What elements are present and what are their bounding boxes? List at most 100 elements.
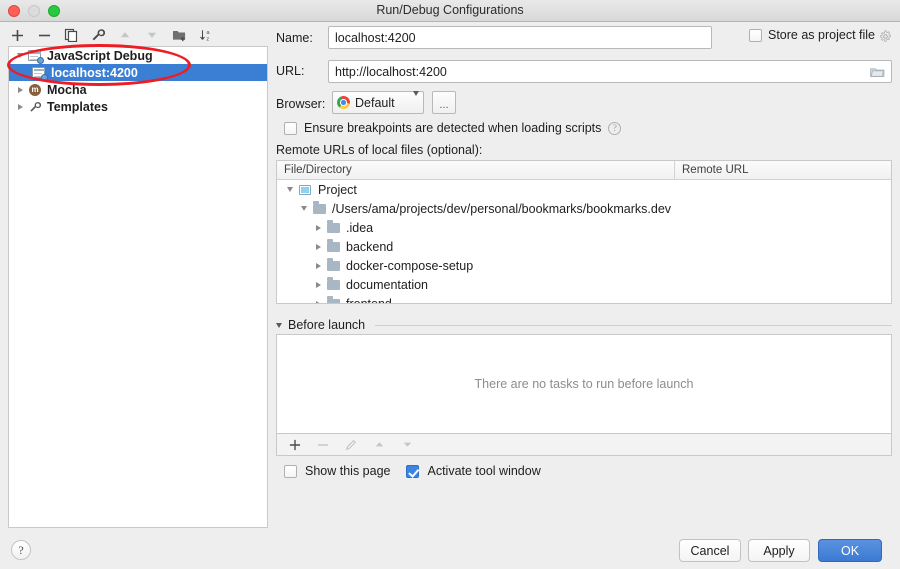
folder-icon (325, 296, 341, 303)
tree-item-label: Templates (47, 99, 108, 114)
run-configurations-tree[interactable]: JavaScript Debug localhost:4200 m Mocha … (8, 46, 268, 528)
store-as-project-file-label: Store as project file (768, 28, 875, 42)
create-folder-icon[interactable] (170, 26, 188, 44)
section-divider (375, 324, 892, 326)
wrench-icon[interactable] (89, 26, 107, 44)
before-launch-header[interactable]: Before launch (276, 318, 892, 332)
file-row-label: backend (346, 239, 394, 254)
file-row-label: frontend (346, 296, 392, 304)
activate-tool-window-label: Activate tool window (427, 464, 541, 478)
column-header-file-directory[interactable]: File/Directory (277, 161, 675, 179)
file-row-label: documentation (346, 277, 429, 292)
launch-options-row: Show this page Activate tool window (284, 464, 541, 478)
move-task-up-button (370, 436, 388, 454)
browse-folder-icon[interactable] (870, 66, 885, 78)
configurations-toolbar: a z (8, 25, 268, 45)
browser-label: Browser: (276, 97, 326, 111)
table-row[interactable]: frontend (277, 294, 891, 304)
twisty-right-icon[interactable] (311, 224, 325, 231)
gear-icon[interactable] (879, 30, 892, 46)
window-title: Run/Debug Configurations (376, 3, 524, 17)
table-row[interactable]: /Users/ama/projects/dev/personal/bookmar… (277, 199, 891, 218)
twisty-right-icon[interactable] (13, 103, 27, 110)
folder-icon (325, 220, 341, 233)
file-row-label: docker-compose-setup (346, 258, 474, 273)
before-launch-empty-message: There are no tasks to run before launch (474, 377, 694, 391)
table-row[interactable]: Project (277, 180, 891, 199)
collapse-twisty-icon[interactable] (276, 322, 282, 328)
folder-icon (325, 258, 341, 271)
add-button[interactable] (8, 26, 26, 44)
tree-item-label: localhost:4200 (51, 65, 138, 80)
twisty-right-icon[interactable] (311, 300, 325, 303)
store-as-project-file-checkbox[interactable] (749, 28, 762, 42)
show-this-page-checkbox[interactable] (284, 464, 297, 478)
tree-item-templates[interactable]: Templates (9, 98, 267, 115)
cancel-button[interactable]: Cancel (679, 539, 741, 562)
move-down-button (143, 26, 161, 44)
browser-selected-value: Default (355, 95, 395, 110)
column-header-remote-url[interactable]: Remote URL (675, 161, 891, 179)
mocha-icon: m (27, 83, 43, 96)
remote-urls-table[interactable]: File/Directory Remote URL Project /Users… (276, 160, 892, 304)
tree-item-label: JavaScript Debug (47, 48, 153, 63)
file-row-label: Project (318, 182, 357, 197)
sort-configurations-icon[interactable]: a z (197, 26, 215, 44)
twisty-down-icon[interactable] (283, 187, 297, 192)
ensure-breakpoints-row[interactable]: Ensure breakpoints are detected when loa… (284, 121, 622, 135)
browser-more-button[interactable]: ... (432, 91, 456, 114)
ensure-breakpoints-label: Ensure breakpoints are detected when loa… (304, 121, 602, 135)
name-label: Name: (276, 31, 313, 45)
store-as-project-file-row[interactable]: Store as project file (749, 28, 875, 42)
tree-item-mocha[interactable]: m Mocha (9, 81, 267, 98)
folder-icon (311, 201, 327, 214)
table-row[interactable]: backend (277, 237, 891, 256)
chevron-down-icon[interactable] (413, 90, 419, 110)
folder-icon (325, 277, 341, 290)
window-titlebar: Run/Debug Configurations (0, 0, 900, 22)
table-row[interactable]: docker-compose-setup (277, 256, 891, 275)
twisty-down-icon[interactable] (13, 53, 27, 58)
js-debug-icon (27, 49, 44, 64)
help-button[interactable]: ? (11, 540, 31, 560)
twisty-right-icon[interactable] (311, 243, 325, 250)
remote-urls-label: Remote URLs of local files (optional): (276, 143, 483, 157)
table-header: File/Directory Remote URL (277, 161, 891, 180)
ensure-breakpoints-checkbox[interactable] (284, 121, 297, 135)
table-row[interactable]: .idea (277, 218, 891, 237)
svg-text:z: z (206, 36, 209, 42)
help-icon[interactable]: ? (608, 121, 622, 135)
browser-select[interactable]: Default (332, 90, 424, 114)
ok-button[interactable]: OK (818, 539, 882, 562)
twisty-right-icon[interactable] (13, 86, 27, 93)
chrome-icon (337, 96, 350, 109)
folder-icon (325, 239, 341, 252)
apply-button[interactable]: Apply (748, 539, 810, 562)
svg-text:a: a (206, 30, 210, 36)
file-row-label: .idea (346, 220, 374, 235)
wrench-icon (27, 101, 43, 113)
tree-item-javascript-debug[interactable]: JavaScript Debug (9, 47, 267, 64)
copy-configuration-icon[interactable] (62, 26, 80, 44)
url-label: URL: (276, 64, 305, 78)
name-input[interactable]: localhost:4200 (328, 26, 712, 49)
twisty-right-icon[interactable] (311, 262, 325, 269)
remove-button[interactable] (35, 26, 53, 44)
move-up-button (116, 26, 134, 44)
table-row[interactable]: documentation (277, 275, 891, 294)
remove-task-button (314, 436, 332, 454)
before-launch-task-list[interactable]: There are no tasks to run before launch (276, 334, 892, 434)
url-input-row[interactable]: http://localhost:4200 (328, 60, 892, 83)
activate-tool-window-checkbox[interactable] (406, 464, 420, 478)
configuration-form: Name: localhost:4200 Store as project fi… (276, 24, 892, 524)
add-task-button[interactable] (286, 436, 304, 454)
twisty-right-icon[interactable] (311, 281, 325, 288)
url-input-value: http://localhost:4200 (335, 64, 447, 79)
before-launch-toolbar (276, 434, 892, 456)
before-launch-title: Before launch (288, 318, 366, 332)
tree-item-localhost-4200[interactable]: localhost:4200 (9, 64, 267, 81)
show-this-page-label: Show this page (305, 464, 391, 478)
twisty-down-icon[interactable] (297, 206, 311, 211)
js-debug-icon (31, 66, 48, 81)
file-row-label: /Users/ama/projects/dev/personal/bookmar… (332, 201, 672, 216)
